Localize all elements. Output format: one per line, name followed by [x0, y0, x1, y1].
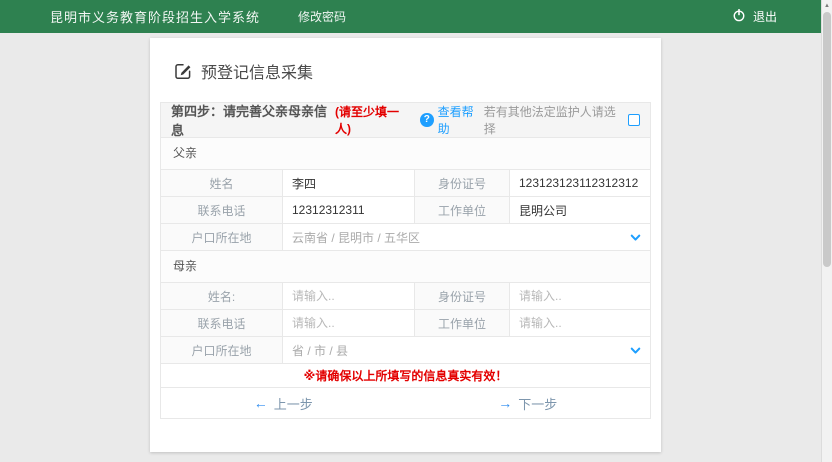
mother-id-label: 身份证号	[415, 283, 510, 309]
father-phone-label: 联系电话	[161, 197, 283, 223]
father-id-label: 身份证号	[415, 170, 510, 196]
chevron-down-icon	[620, 224, 650, 250]
mother-name-label: 姓名:	[161, 283, 283, 309]
help-icon: ?	[420, 113, 433, 127]
father-work-label: 工作单位	[415, 197, 510, 223]
scrollbar-thumb[interactable]	[823, 12, 831, 267]
top-navbar: 昆明市义务教育阶段招生入学系统 修改密码 退出	[0, 0, 832, 33]
guardian-form: 第四步：请完善父亲母亲信息 (请至少填一人) ? 查看帮助 若有其他法定监护人请…	[160, 102, 651, 419]
other-guardian-checkbox[interactable]	[628, 114, 640, 126]
mother-phone-label: 联系电话	[161, 310, 283, 336]
prev-step-button[interactable]: ← 上一步	[161, 388, 406, 418]
scrollbar[interactable]: ▲	[821, 0, 832, 462]
mother-region-label: 户口所在地	[161, 337, 283, 363]
chevron-down-icon	[620, 337, 650, 363]
next-step-button[interactable]: → 下一步	[406, 388, 651, 418]
arrow-left-icon: ←	[254, 396, 268, 410]
father-phone-work-row: 联系电话 工作单位	[161, 197, 650, 224]
scrollbar-up-icon[interactable]: ▲	[822, 0, 832, 11]
step-hint: (请至少填一人)	[335, 103, 412, 137]
next-step-label: 下一步	[518, 394, 557, 413]
mother-region-value: 省 / 市 / 县	[283, 337, 620, 363]
mother-id-input[interactable]	[510, 283, 650, 309]
view-help-link[interactable]: ? 查看帮助	[420, 103, 484, 137]
truthfulness-notice: ※请确保以上所填写的信息真实有效！	[161, 364, 650, 388]
mother-name-id-row: 姓名: 身份证号	[161, 283, 650, 310]
form-card: 预登记信息采集 第四步：请完善父亲母亲信息 (请至少填一人) ? 查看帮助 若有…	[150, 38, 661, 452]
arrow-right-icon: →	[498, 396, 512, 410]
other-guardian-label: 若有其他法定监护人请选择	[484, 103, 623, 137]
father-region-label: 户口所在地	[161, 224, 283, 250]
step-header: 第四步：请完善父亲母亲信息 (请至少填一人) ? 查看帮助 若有其他法定监护人请…	[161, 103, 650, 138]
father-id-input[interactable]	[510, 170, 650, 196]
prev-step-label: 上一步	[274, 394, 313, 413]
father-name-id-row: 姓名 身份证号	[161, 170, 650, 197]
logout-button[interactable]: 退出	[732, 8, 777, 25]
mother-region-picker[interactable]: 户口所在地 省 / 市 / 县	[161, 337, 650, 364]
mother-work-input[interactable]	[510, 310, 650, 336]
view-help-label: 查看帮助	[438, 103, 484, 137]
father-region-picker[interactable]: 户口所在地 云南省 / 昆明市 / 五华区	[161, 224, 650, 251]
mother-phone-input[interactable]	[283, 310, 414, 336]
mother-name-input[interactable]	[283, 283, 414, 309]
father-region-value: 云南省 / 昆明市 / 五华区	[283, 224, 620, 250]
power-icon	[732, 8, 746, 25]
page-title: 预登记信息采集	[201, 59, 313, 83]
other-guardian-option: 若有其他法定监护人请选择	[484, 103, 640, 137]
father-section-header: 父亲	[161, 138, 650, 170]
logout-label: 退出	[753, 8, 777, 25]
edit-icon	[174, 62, 192, 80]
wizard-navigation: ← 上一步 → 下一步	[161, 388, 650, 418]
father-name-input[interactable]	[283, 170, 414, 196]
father-work-input[interactable]	[510, 197, 650, 223]
mother-work-label: 工作单位	[415, 310, 510, 336]
father-phone-input[interactable]	[283, 197, 414, 223]
mother-section-header: 母亲	[161, 251, 650, 283]
app-title: 昆明市义务教育阶段招生入学系统	[50, 7, 260, 26]
step-title: 第四步：请完善父亲母亲信息	[171, 101, 334, 139]
page-title-bar: 预登记信息采集	[150, 38, 661, 84]
change-password-link[interactable]: 修改密码	[298, 8, 346, 25]
father-name-label: 姓名	[161, 170, 283, 196]
mother-phone-work-row: 联系电话 工作单位	[161, 310, 650, 337]
